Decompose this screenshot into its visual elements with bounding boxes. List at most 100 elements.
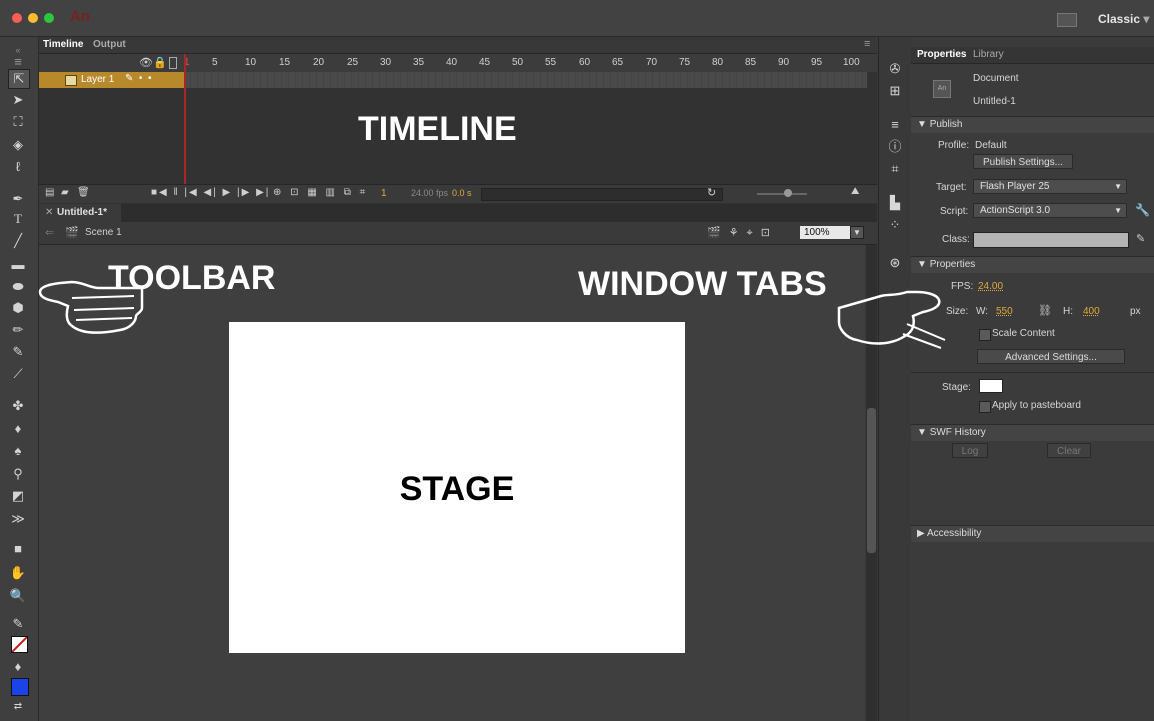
new-layer-icon[interactable]: ▤	[45, 187, 54, 198]
frame-size-slider[interactable]	[757, 193, 807, 195]
apply-pasteboard-checkbox[interactable]	[979, 401, 991, 413]
polystar-tool-icon[interactable]: ⬢	[8, 299, 28, 317]
chevron-down-icon: ▼	[1114, 206, 1122, 215]
motion-presets-icon[interactable]: ⁘	[887, 217, 903, 233]
zoom-dropdown-icon[interactable]: ▼	[850, 226, 864, 239]
advanced-settings-button[interactable]: Advanced Settings...	[977, 349, 1125, 364]
outline-icon[interactable]	[169, 57, 177, 69]
layer-frames[interactable]	[184, 72, 867, 88]
accessibility-section-header[interactable]: ▶ Accessibility	[911, 525, 1154, 542]
show-hide-icon[interactable]: 👁	[139, 56, 153, 69]
swf-history-section-header[interactable]: ▼ SWF History	[911, 424, 1154, 441]
loop-icon[interactable]: ↻	[707, 186, 716, 199]
title-bar: An Classic ▾	[0, 0, 1154, 37]
script-dropdown[interactable]: ActionScript 3.0 ▼	[973, 203, 1127, 218]
properties-section-header[interactable]: ▼ Properties	[911, 256, 1154, 273]
onion-skin-icons[interactable]: ⊕ ⊡ ▦ ▥ ⧉ ⌗	[273, 187, 368, 198]
back-arrow-icon[interactable]: ⇐	[45, 226, 54, 239]
height-value[interactable]: 400	[1083, 306, 1100, 317]
swap-colors-icon[interactable]: ⇄	[8, 698, 28, 716]
playback-controls-icon[interactable]: ■◀ ‖ |◀ ◀| ▶ |▶ ▶|	[151, 187, 270, 198]
components-icon[interactable]: ▙	[887, 195, 903, 211]
camera-tool-icon[interactable]: ■	[8, 540, 28, 558]
link-icon[interactable]: ⛓	[1038, 304, 1052, 317]
transform-icon[interactable]: ⌗	[887, 161, 903, 177]
stage-color-swatch[interactable]	[979, 379, 1003, 393]
cc-libraries-icon[interactable]: ⊛	[887, 255, 903, 271]
minimize-window-button[interactable]	[28, 13, 38, 23]
width-tool-icon[interactable]: ≫	[8, 510, 28, 528]
hand-tool-icon[interactable]: ✋	[8, 564, 28, 582]
zoom-window-button[interactable]	[44, 13, 54, 23]
section-title: Properties	[929, 259, 976, 270]
class-input[interactable]	[973, 232, 1129, 248]
selection-tool-icon[interactable]: ⇱	[8, 69, 30, 89]
new-folder-icon[interactable]: ▰	[61, 187, 69, 198]
free-transform-tool-icon[interactable]: ⛶	[8, 113, 28, 131]
class-label: Class:	[942, 234, 970, 245]
3d-rotation-tool-icon[interactable]: ◈	[8, 136, 28, 154]
edit-scene-icons[interactable]: 🎬⚘⌖⊡	[707, 226, 778, 240]
document-tab[interactable]: ✕ Untitled-1*	[39, 204, 121, 222]
ink-bottle-tool-icon[interactable]: ♠	[8, 442, 28, 460]
zoom-tool-icon[interactable]: 🔍	[8, 587, 28, 605]
publish-section-header[interactable]: ▼ Publish	[911, 116, 1154, 133]
close-tab-icon[interactable]: ✕	[45, 207, 53, 218]
target-value: Flash Player 25	[980, 181, 1050, 192]
swatches-icon[interactable]: ⊞	[887, 83, 903, 99]
text-tool-icon[interactable]: T	[8, 210, 28, 228]
close-window-button[interactable]	[12, 13, 22, 23]
timeline-hscrollbar[interactable]	[481, 188, 723, 201]
oval-tool-icon[interactable]: ⬬	[8, 278, 28, 296]
fill-color-swatch[interactable]	[11, 678, 29, 696]
pencil-tool-icon[interactable]: ✏	[8, 321, 28, 339]
bone-tool-icon[interactable]: ✤	[8, 397, 28, 415]
lock-icon[interactable]: 🔒	[153, 56, 167, 69]
panel-menu-icon[interactable]: ≡	[864, 38, 870, 50]
workspace-switcher[interactable]: Classic ▾	[1098, 12, 1149, 26]
color-icon[interactable]: ✇	[887, 61, 903, 77]
pointing-hand-icon	[38, 280, 144, 334]
scale-content-checkbox[interactable]	[979, 329, 991, 341]
wrench-icon[interactable]: 🔧	[1135, 203, 1150, 217]
delete-layer-icon[interactable]: 🗑	[77, 187, 90, 198]
tab-properties[interactable]: Properties	[917, 49, 966, 60]
rectangle-tool-icon[interactable]: ▬	[8, 256, 28, 274]
tab-output[interactable]: Output	[93, 39, 126, 50]
target-dropdown[interactable]: Flash Player 25 ▼	[973, 179, 1127, 194]
brush-tool-icon[interactable]: ⟋	[8, 365, 28, 383]
playhead[interactable]	[184, 54, 186, 184]
current-frame[interactable]: 1	[381, 188, 387, 199]
width-value[interactable]: 550	[996, 306, 1013, 317]
eraser-tool-icon[interactable]: ◩	[8, 487, 28, 505]
paint-bucket-tool-icon[interactable]: ♦	[8, 420, 28, 438]
align-icon[interactable]: ≡	[887, 117, 903, 133]
log-button[interactable]: Log	[952, 443, 988, 458]
edit-class-pencil-icon[interactable]: ✎	[1136, 232, 1145, 245]
lasso-tool-icon[interactable]: ℓ	[8, 158, 28, 176]
paint-brush-tool-icon[interactable]: ✎	[8, 343, 28, 361]
info-icon[interactable]: ⓘ	[887, 139, 903, 155]
scrollbar-thumb[interactable]	[867, 408, 876, 553]
zoom-field[interactable]: 100%	[800, 226, 850, 239]
subselection-tool-icon[interactable]: ➤	[8, 91, 28, 109]
layer-row[interactable]: Layer 1 ✎ • •	[39, 72, 184, 88]
scene-name[interactable]: Scene 1	[85, 227, 122, 238]
slider-thumb[interactable]	[784, 189, 792, 197]
tab-library[interactable]: Library	[973, 49, 1004, 60]
stroke-color-swatch[interactable]	[11, 636, 28, 653]
timeline-frame-header[interactable]: 👁 🔒 1 5 10 15 20 25 30 35 40 45 50 55 60…	[39, 54, 877, 72]
section-title: SWF History	[929, 427, 986, 438]
eyedropper-tool-icon[interactable]: ⚲	[8, 465, 28, 483]
publish-settings-button[interactable]: Publish Settings...	[973, 154, 1073, 169]
pen-tool-icon[interactable]: ✒	[8, 190, 28, 208]
tools-panel: « ≡ ⇱ ➤ ⛶ ◈ ℓ ✒ T ╱ ▬ ⬬ ⬢ ✏ ✎ ⟋ ✤ ♦ ♠ ⚲ …	[0, 37, 39, 721]
stage-annotation: STAGE	[399, 470, 515, 508]
line-tool-icon[interactable]: ╱	[8, 232, 28, 250]
frame-number: 20	[313, 57, 325, 68]
workspace-layout-icon[interactable]	[1057, 13, 1077, 27]
fps-value[interactable]: 24.00	[978, 281, 1003, 292]
clear-button[interactable]: Clear	[1047, 443, 1091, 458]
mountain-icon: ⛰	[851, 186, 860, 197]
tab-timeline[interactable]: Timeline	[43, 39, 83, 50]
